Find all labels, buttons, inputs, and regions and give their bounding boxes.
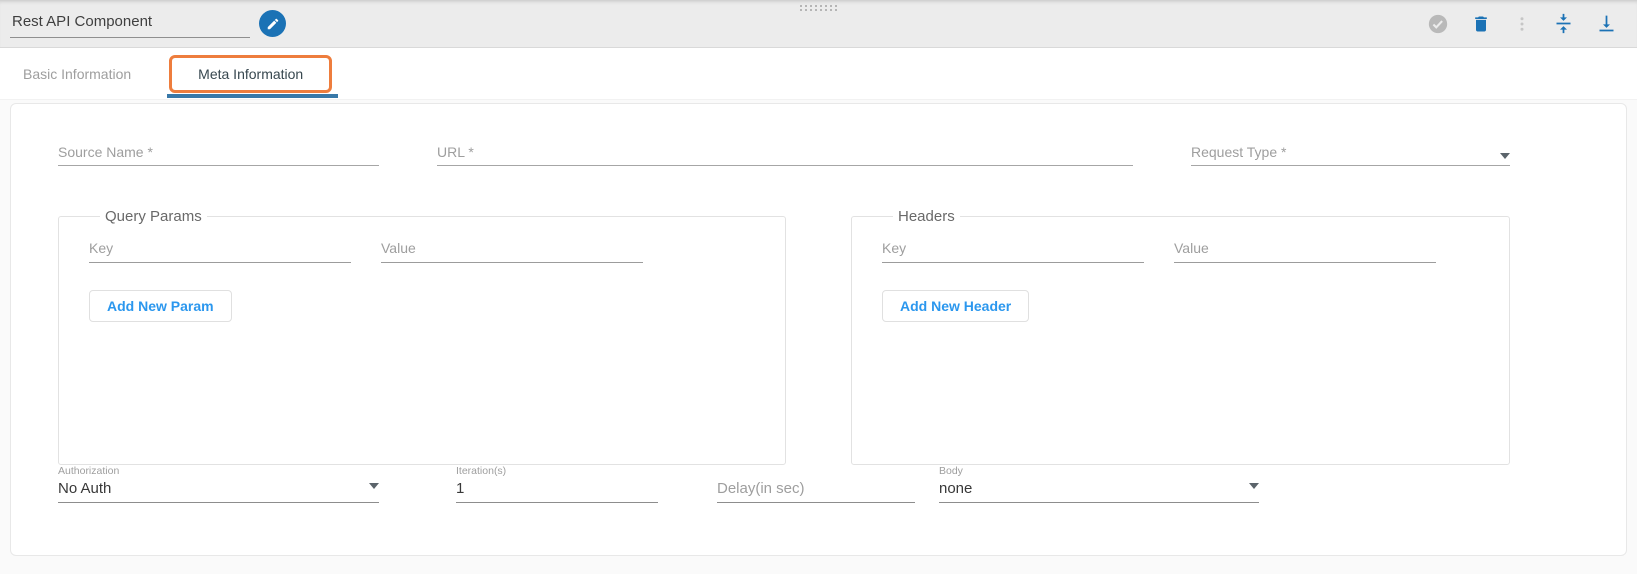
- chevron-down-icon: [1500, 153, 1510, 159]
- headers-legend: Headers: [893, 208, 960, 225]
- authorization-value: No Auth: [58, 480, 111, 497]
- query-params-group: Query Params Add New Param: [58, 208, 786, 465]
- delete-button[interactable]: [1471, 14, 1491, 34]
- body-value: none: [939, 480, 972, 497]
- add-new-header-button[interactable]: Add New Header: [882, 290, 1029, 322]
- body-select[interactable]: Body none: [939, 465, 1259, 503]
- request-type-select[interactable]: Request Type *: [1191, 142, 1510, 166]
- minimize-panel-button[interactable]: [1596, 13, 1617, 34]
- header-key-input[interactable]: [882, 237, 1144, 263]
- body-label: Body: [939, 465, 1259, 477]
- pencil-icon: [266, 17, 280, 31]
- collapse-panel-button[interactable]: [1553, 13, 1574, 34]
- iterations-field: Iteration(s): [456, 465, 658, 503]
- iterations-input[interactable]: [456, 480, 658, 502]
- meta-information-form: Request Type * Query Params Add New Para…: [10, 103, 1627, 556]
- iterations-label: Iteration(s): [456, 465, 658, 477]
- trash-icon: [1471, 14, 1491, 34]
- approve-button[interactable]: [1427, 13, 1449, 35]
- tab-label: Basic Information: [23, 66, 131, 82]
- edit-name-button[interactable]: [259, 10, 286, 37]
- authorization-select[interactable]: Authorization No Auth: [58, 465, 379, 503]
- component-name-input[interactable]: [10, 9, 250, 38]
- delay-input[interactable]: [717, 480, 915, 502]
- source-name-input[interactable]: [58, 142, 379, 165]
- vertical-align-bottom-icon: [1596, 13, 1617, 34]
- headers-group: Headers Add New Header: [851, 208, 1510, 465]
- query-param-row: [89, 237, 785, 263]
- url-field: [437, 142, 1133, 166]
- delay-field: [717, 465, 915, 503]
- query-params-legend: Query Params: [100, 208, 207, 225]
- tab-meta-information[interactable]: Meta Information: [169, 55, 332, 93]
- check-circle-icon: [1427, 13, 1449, 35]
- more-options-button[interactable]: [1513, 15, 1531, 33]
- tab-label: Meta Information: [198, 66, 303, 82]
- header-row: [882, 237, 1509, 263]
- add-new-param-button[interactable]: Add New Param: [89, 290, 232, 322]
- url-input[interactable]: [437, 142, 1133, 165]
- component-name-field: [10, 9, 286, 38]
- page-background: Request Type * Query Params Add New Para…: [0, 100, 1637, 574]
- query-param-key-input[interactable]: [89, 237, 351, 263]
- tab-basic-information[interactable]: Basic Information: [23, 56, 131, 92]
- tab-bar: Basic Information Meta Information: [0, 48, 1637, 100]
- drag-handle-icon[interactable]: [800, 5, 838, 11]
- source-name-field: [58, 142, 379, 166]
- vertical-align-center-icon: [1553, 13, 1574, 34]
- chevron-down-icon: [369, 483, 379, 489]
- topbar: [0, 0, 1637, 48]
- topbar-actions: [1427, 13, 1617, 35]
- header-value-input[interactable]: [1174, 237, 1436, 263]
- kebab-menu-icon: [1513, 15, 1531, 33]
- active-tab-indicator: [167, 94, 338, 98]
- query-param-value-input[interactable]: [381, 237, 643, 263]
- request-type-placeholder: Request Type *: [1191, 144, 1286, 165]
- chevron-down-icon: [1249, 483, 1259, 489]
- authorization-label: Authorization: [58, 465, 379, 477]
